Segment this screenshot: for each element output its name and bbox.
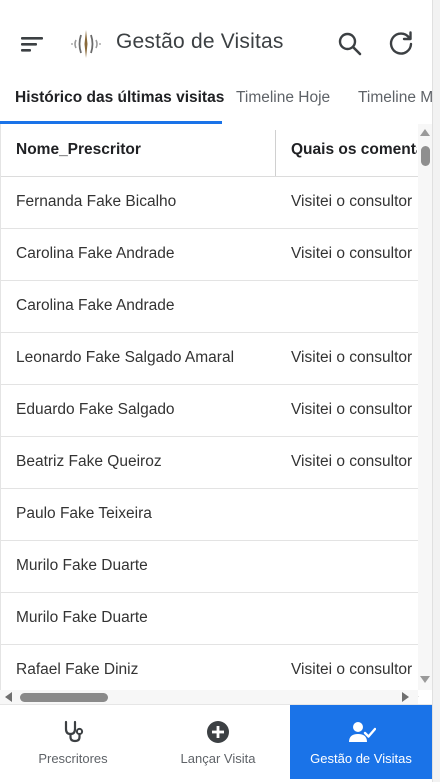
page-scrollbar-track [432,0,440,782]
table-row[interactable]: Carolina Fake Andrade Visitei o consulto… [1,229,419,281]
cell-name: Beatriz Fake Queiroz [16,453,162,470]
cell-name: Eduardo Fake Salgado [16,401,175,418]
app-header: Gestão de Visitas [0,0,440,82]
nav-label-lancar-visita: Lançar Visita [180,751,256,766]
nav-label-prescritores: Prescritores [38,751,108,766]
user-check-icon [348,719,377,745]
table-row[interactable]: Beatriz Fake Queiroz Visitei o consultor [1,437,419,489]
cell-name: Murilo Fake Duarte [16,557,148,574]
add-circle-icon [205,719,231,745]
vertical-scroll-thumb[interactable] [421,146,430,166]
menu-icon[interactable] [18,30,46,58]
table-row[interactable]: Carolina Fake Andrade [1,281,419,333]
visits-table: Nome_Prescritor Quais os comenta Fernand… [0,124,432,704]
table-row[interactable]: Murilo Fake Duarte [1,541,419,593]
cell-name: Carolina Fake Andrade [16,245,175,262]
nav-prescritores[interactable]: Prescritores [0,705,146,779]
column-divider[interactable] [275,130,276,176]
cell-name: Carolina Fake Andrade [16,297,175,314]
cell-name: Paulo Fake Teixeira [16,505,152,522]
vertical-scrollbar[interactable] [418,124,432,690]
tab-timeline-m[interactable]: Timeline M [358,89,433,107]
nav-gestao-visitas[interactable]: Gestão de Visitas [290,705,432,779]
table-row[interactable]: Paulo Fake Teixeira [1,489,419,541]
search-icon[interactable] [336,30,364,58]
cell-comment: Visitei o consultor [291,453,413,470]
table-row[interactable]: Murilo Fake Duarte [1,593,419,645]
scroll-right-icon[interactable] [402,692,409,702]
nav-lancar-visita[interactable]: Lançar Visita [146,705,290,779]
bottom-navigation: Prescritores Lançar Visita Gestão de Vis… [0,704,432,779]
tab-bar: Histórico das últimas visitas Timeline H… [0,82,440,124]
horizontal-scrollbar[interactable] [0,690,418,704]
stethoscope-icon [60,719,86,745]
table-header-row: Nome_Prescritor Quais os comenta [1,124,419,177]
cell-comment: Visitei o consultor [291,349,413,366]
scroll-up-icon[interactable] [420,129,430,136]
horizontal-scroll-thumb[interactable] [20,693,108,702]
table-row[interactable]: Fernanda Fake Bicalho Visitei o consulto… [1,177,419,229]
scroll-down-icon[interactable] [420,676,430,683]
cell-comment: Visitei o consultor [291,401,413,418]
cell-name: Leonardo Fake Salgado Amaral [16,349,235,366]
cell-comment: Visitei o consultor [291,245,413,262]
refresh-icon[interactable] [386,29,416,59]
column-header-nome-prescritor[interactable]: Nome_Prescritor [16,141,141,159]
table-row[interactable]: Eduardo Fake Salgado Visitei o consultor [1,385,419,437]
cell-name: Rafael Fake Diniz [16,661,139,678]
tab-historico[interactable]: Histórico das últimas visitas [15,89,224,107]
cell-name: Murilo Fake Duarte [16,609,148,626]
nav-label-gestao-visitas: Gestão de Visitas [310,751,412,766]
column-header-comentarios[interactable]: Quais os comenta [291,141,417,159]
cell-name: Fernanda Fake Bicalho [16,193,177,210]
cell-comment: Visitei o consultor [291,661,413,678]
feather-logo-icon [68,27,104,61]
scroll-left-icon[interactable] [5,692,12,702]
tab-timeline-hoje[interactable]: Timeline Hoje [236,89,330,107]
table-row[interactable]: Leonardo Fake Salgado Amaral Visitei o c… [1,333,419,385]
page-title: Gestão de Visitas [116,30,284,53]
cell-comment: Visitei o consultor [291,193,413,210]
